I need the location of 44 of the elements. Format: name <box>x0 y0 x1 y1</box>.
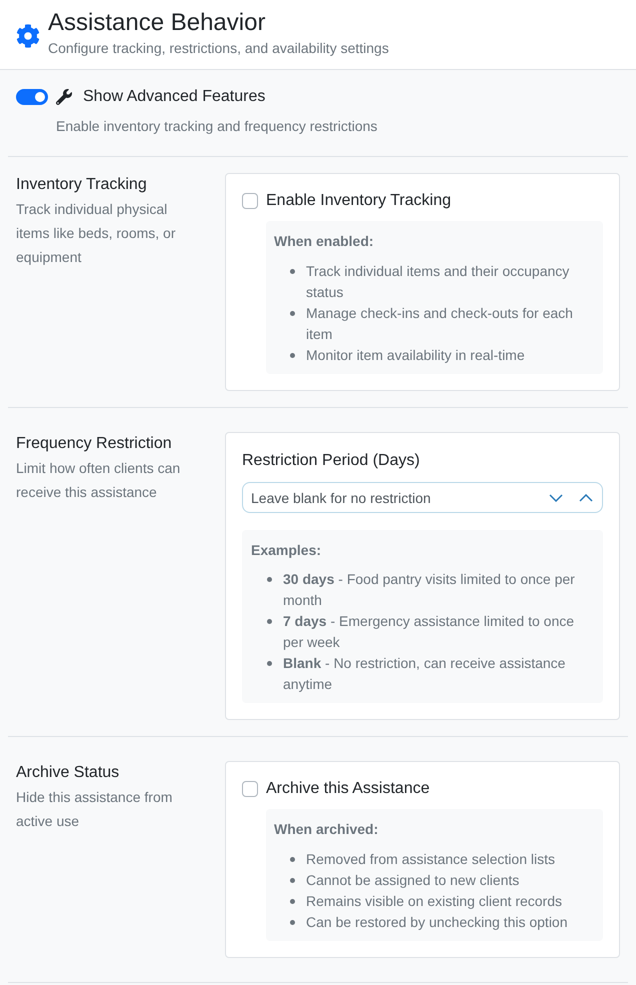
section-title: Frequency Restriction <box>16 434 173 454</box>
gear-icon <box>16 24 40 48</box>
checkbox[interactable] <box>242 193 258 209</box>
field-label: Restriction Period (Days) <box>242 451 421 471</box>
info-title: When enabled: <box>274 232 375 251</box>
toggle-switch[interactable] <box>16 89 48 105</box>
page-title: Assistance Behavior <box>48 9 266 37</box>
bullet-icon <box>290 269 295 274</box>
info-list-item: Blank - No restriction, can receive assistance anytime <box>283 654 566 694</box>
chevron-down-icon[interactable] <box>549 494 563 502</box>
info-title: Examples: <box>251 541 322 560</box>
checkbox[interactable] <box>242 781 258 797</box>
bullet-icon <box>267 577 272 582</box>
bullet-icon <box>290 899 295 904</box>
info-list-item: Can be restored by unchecking this option <box>306 913 568 932</box>
bullet-icon <box>267 661 272 666</box>
info-list-item: Monitor item availability in real-time <box>306 346 526 365</box>
info-list-item: Track individual items and their occupancy status <box>306 262 570 302</box>
info-list-item: Removed from assistance selection lists <box>306 850 556 869</box>
info-list-item: 30 days - Food pantry visits limited to once per month <box>283 570 576 610</box>
toggle-description: Enable inventory tracking and frequency restrictions <box>56 117 378 136</box>
bullet-icon <box>290 311 295 316</box>
info-list-item: 7 days - Emergency assistance limited to once per week <box>283 612 576 652</box>
bullet-icon <box>290 920 295 925</box>
section-description: Track individual physical items like beds, rooms, or equipment <box>16 200 176 267</box>
info-list-item: Manage check-ins and check-outs for each item <box>306 304 574 344</box>
page-subtitle: Configure tracking, restrictions, and availability settings <box>48 39 389 58</box>
info-list-item: Cannot be assigned to new clients <box>306 871 520 890</box>
section-title: Archive Status <box>16 763 120 783</box>
section-description: Hide this assistance from active use <box>16 788 174 831</box>
restriction-period-field[interactable]: Leave blank for no restriction <box>242 482 603 513</box>
checkbox-label[interactable]: Archive this Assistance <box>266 778 430 800</box>
info-list-item: Remains visible on existing client records <box>306 892 563 911</box>
info-title: When archived: <box>274 820 380 839</box>
checkbox-label[interactable]: Enable Inventory Tracking <box>266 190 451 212</box>
chevron-up-icon[interactable] <box>579 494 593 502</box>
bullet-icon <box>267 619 272 624</box>
toggle-label[interactable]: Show Advanced Features <box>83 86 266 108</box>
section-title: Inventory Tracking <box>16 175 148 195</box>
wrench-icon <box>56 89 72 105</box>
bullet-icon <box>290 353 295 358</box>
bullet-icon <box>290 878 295 883</box>
section-description: Limit how often clients can receive this assistance <box>16 459 182 502</box>
bullet-icon <box>290 857 295 862</box>
